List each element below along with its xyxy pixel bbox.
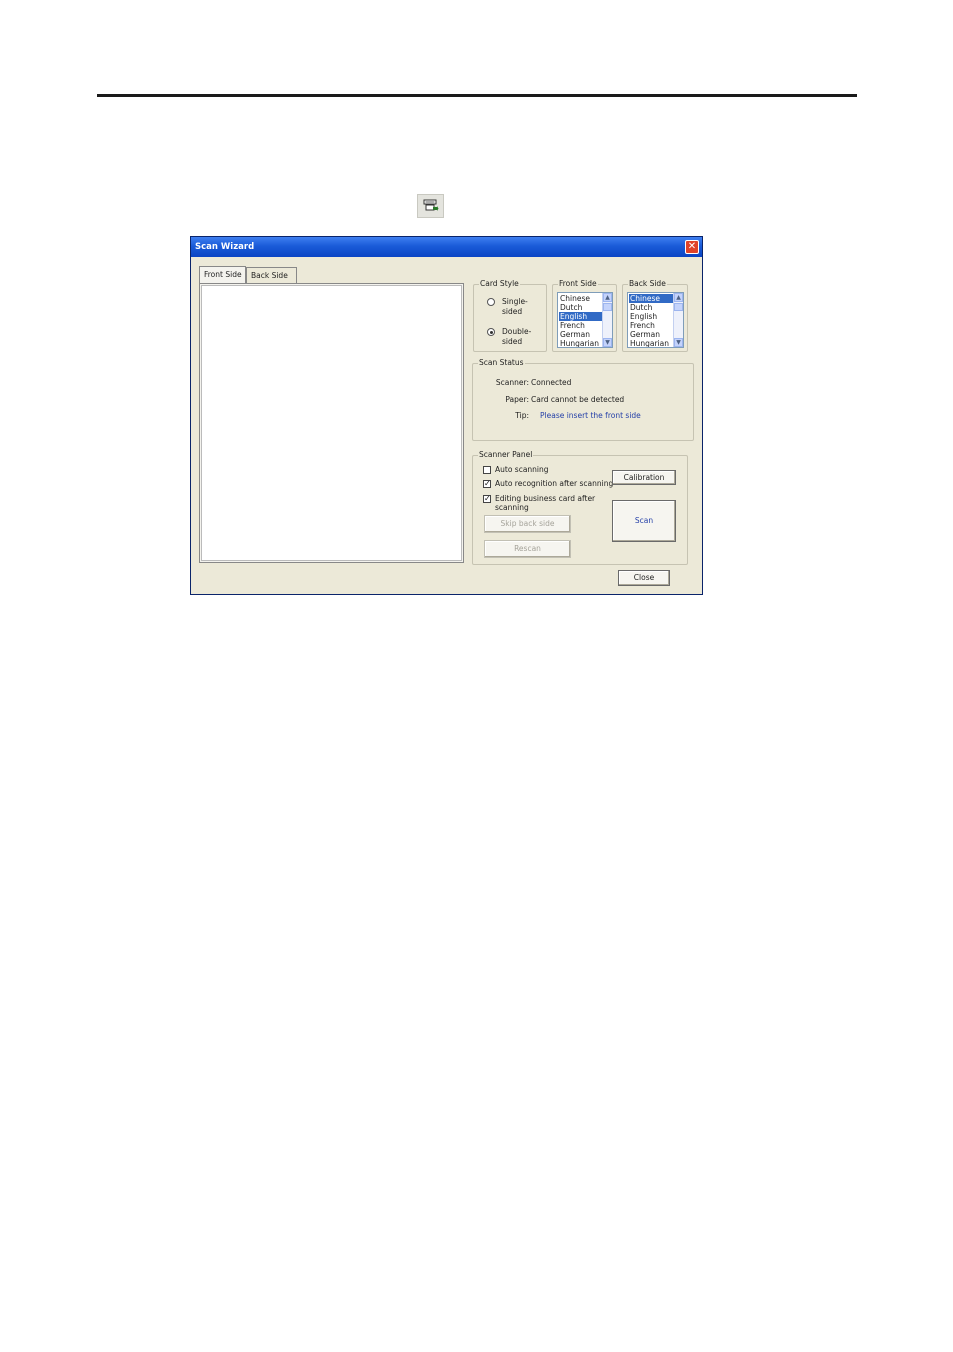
tab-label: Front Side [204, 270, 242, 279]
card-style-legend: Card Style [479, 279, 520, 289]
list-item[interactable]: German [559, 330, 605, 339]
card-preview-area [201, 285, 462, 561]
scanner-label: Scanner: [495, 378, 529, 387]
paper-label: Paper: [505, 395, 529, 404]
window-title: Scan Wizard [195, 242, 255, 252]
back-side-scrollbar[interactable]: ▲ ▼ [673, 293, 683, 347]
scan-wizard-icon[interactable] [417, 194, 444, 218]
scroll-down-icon[interactable]: ▼ [674, 338, 683, 347]
close-icon[interactable]: ✕ [685, 240, 699, 254]
single-sided-label-line1: Single- [502, 297, 528, 306]
back-side-group: Back Side Chinese Dutch English French G… [622, 279, 688, 352]
double-sided-label-line2: sided [502, 337, 523, 346]
scanner-panel-group: Scanner Panel Auto scanning ✓ Auto recog… [472, 450, 688, 565]
paper-value: Card cannot be detected [531, 395, 625, 404]
single-sided-radio[interactable] [487, 298, 495, 306]
title-bar[interactable]: Scan Wizard ✕ [191, 237, 702, 257]
tip-label: Tip: [515, 411, 529, 420]
tip-value: Please insert the front side [540, 411, 641, 420]
scanner-panel-legend: Scanner Panel [478, 450, 534, 460]
tab-front-side[interactable]: Front Side [199, 266, 246, 284]
card-style-group: Card Style Single- sided Double- sided [473, 279, 547, 352]
scroll-up-icon[interactable]: ▲ [603, 293, 612, 302]
editing-card-checkbox[interactable]: ✓ [483, 495, 491, 503]
scan-status-legend: Scan Status [478, 358, 525, 368]
card-preview-panel [199, 283, 464, 563]
scan-wizard-dialog: Scan Wizard ✕ Front Side Back Side Card … [190, 236, 703, 595]
scroll-thumb[interactable] [603, 303, 612, 311]
back-side-language-list[interactable]: Chinese Dutch English French German Hung… [627, 292, 684, 348]
list-item[interactable]: German [629, 330, 675, 339]
scroll-up-icon[interactable]: ▲ [674, 293, 683, 302]
list-item[interactable]: French [559, 321, 605, 330]
calibration-button[interactable]: Calibration [612, 470, 676, 485]
scroll-thumb[interactable] [674, 303, 683, 311]
scanner-value: Connected [531, 378, 572, 387]
list-item[interactable]: French [629, 321, 675, 330]
tab-label: Back Side [251, 271, 288, 280]
list-item[interactable]: Hungarian [629, 339, 675, 347]
rescan-button[interactable]: Rescan [484, 540, 571, 558]
scroll-down-icon[interactable]: ▼ [603, 338, 612, 347]
close-button[interactable]: Close [618, 570, 670, 586]
list-item[interactable]: Dutch [629, 303, 675, 312]
auto-recognition-checkbox[interactable]: ✓ [483, 480, 491, 488]
skip-back-side-button[interactable]: Skip back side [484, 515, 571, 533]
auto-scanning-label: Auto scanning [495, 465, 549, 474]
tab-back-side[interactable]: Back Side [246, 267, 297, 283]
list-item-selected[interactable]: English [559, 312, 605, 321]
double-sided-label-line1: Double- [502, 327, 532, 336]
list-item[interactable]: English [629, 312, 675, 321]
front-side-language-list[interactable]: Chinese Dutch English French German Hung… [557, 292, 613, 348]
editing-card-label-line2: scanning [495, 503, 529, 512]
list-item[interactable]: Hungarian [559, 339, 605, 347]
scan-button[interactable]: Scan [612, 500, 676, 542]
back-side-legend: Back Side [628, 279, 667, 289]
single-sided-label-line2: sided [502, 307, 523, 316]
auto-scanning-checkbox[interactable] [483, 466, 491, 474]
list-item-selected[interactable]: Chinese [629, 294, 675, 303]
auto-recognition-label: Auto recognition after scanning [495, 479, 614, 488]
scan-status-group: Scan Status Scanner: Connected Paper: Ca… [472, 358, 694, 441]
double-sided-radio[interactable] [487, 328, 495, 336]
front-side-group: Front Side Chinese Dutch English French … [552, 279, 617, 352]
page-header-rule [97, 94, 857, 97]
front-side-scrollbar[interactable]: ▲ ▼ [602, 293, 612, 347]
list-item[interactable]: Chinese [559, 294, 605, 303]
list-item[interactable]: Dutch [559, 303, 605, 312]
front-side-legend: Front Side [558, 279, 598, 289]
